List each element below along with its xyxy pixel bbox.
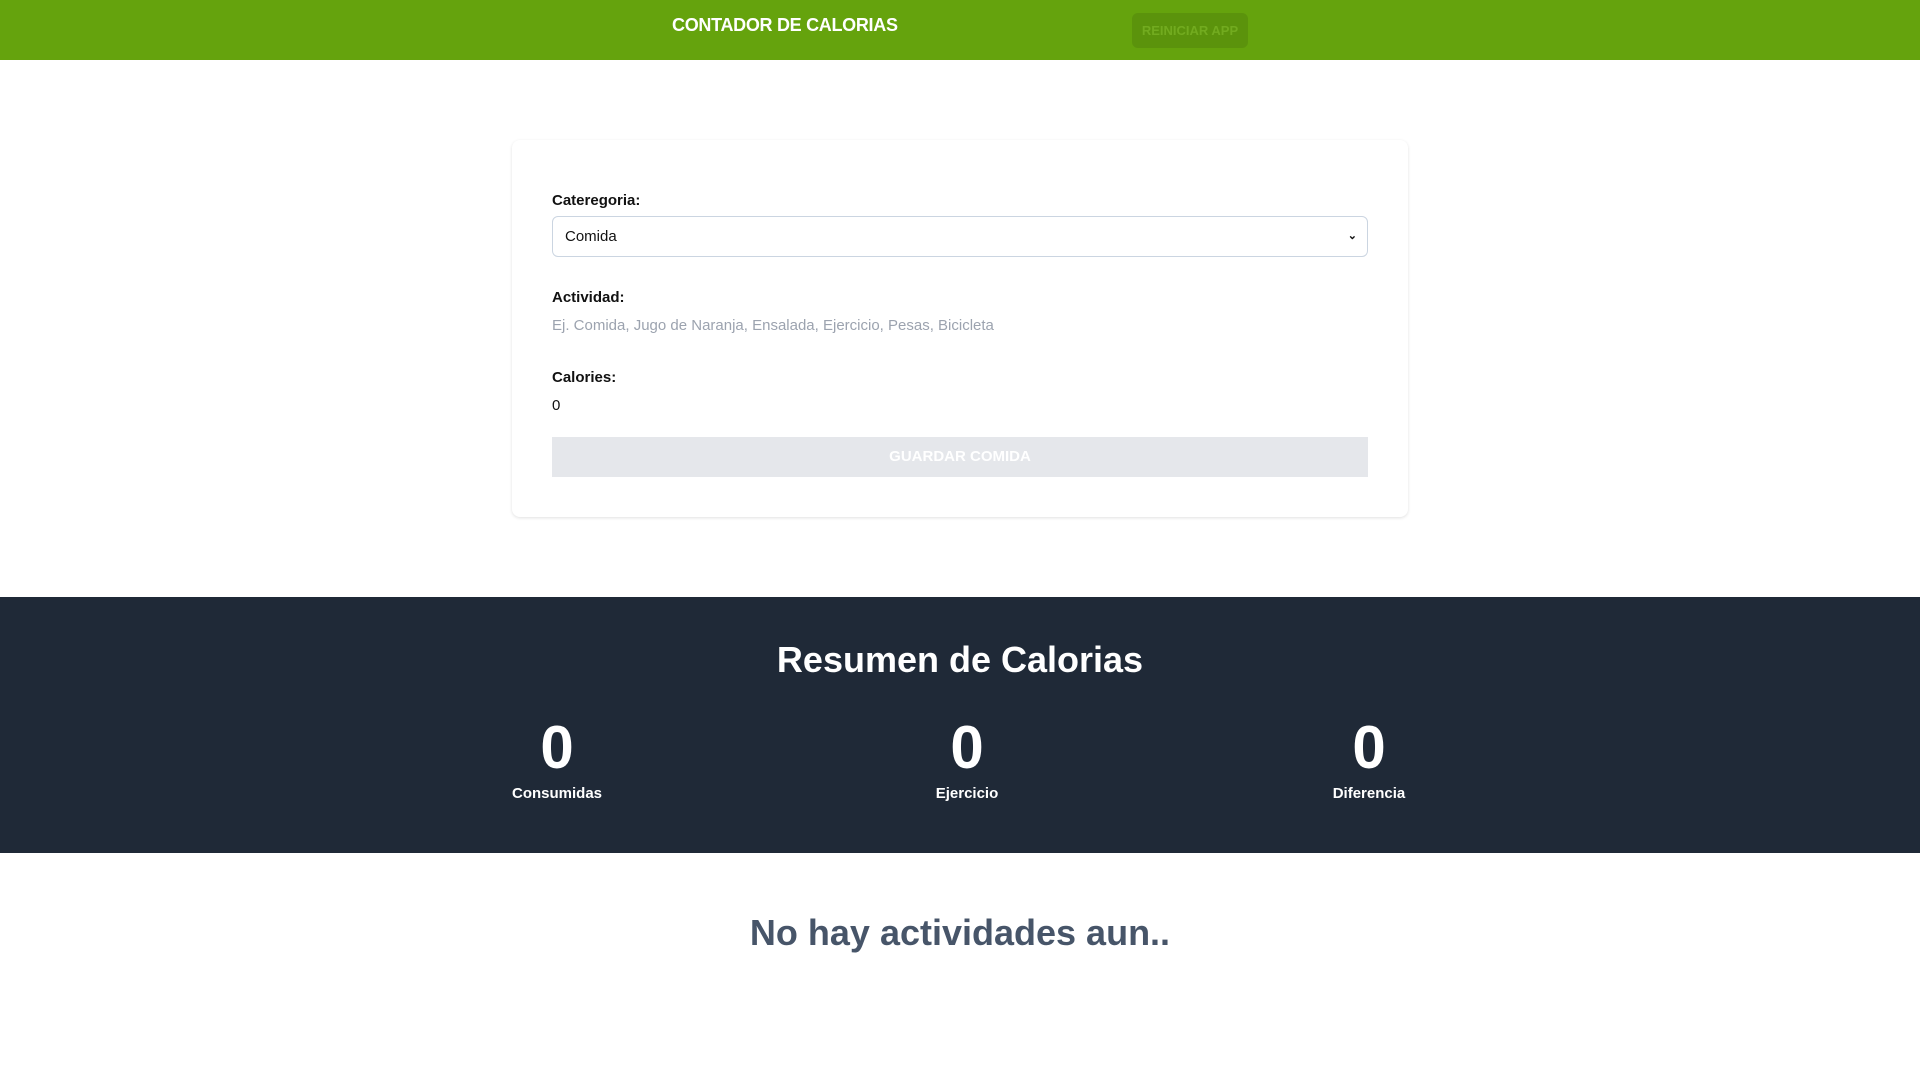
activity-input[interactable]: Ej. Comida, Jugo de Naranja, Ensalada, E… [552, 317, 1368, 334]
stat-consumed: 0 Consumidas [457, 714, 657, 803]
calories-input[interactable]: 0 [552, 397, 1368, 414]
stat-label: Diferencia [1332, 785, 1406, 802]
stat-value: 0 [540, 714, 574, 781]
stat-label: Consumidas [511, 785, 602, 802]
calorie-summary: Resumen de Calorias 0 Consumidas 0 Ejerc… [0, 597, 1920, 853]
reset-app-button[interactable]: REINICIAR APP [1132, 13, 1248, 48]
category-select[interactable]: Comida ⌄ [552, 216, 1368, 257]
stat-value: 0 [950, 714, 984, 781]
empty-activities-message: No hay actividades aun.. [749, 912, 1171, 953]
category-selected-value: Comida [565, 228, 617, 245]
app-header: CONTADOR DE CALORIAS REINICIAR APP [0, 0, 1920, 60]
activity-label: Actividad: [552, 289, 625, 306]
stat-value: 0 [1352, 714, 1386, 781]
stat-difference: 0 Diferencia [1269, 714, 1469, 803]
stat-exercise: 0 Ejercicio [867, 714, 1067, 803]
chevron-down-icon: ⌄ [1347, 230, 1357, 242]
stat-label: Ejercicio [935, 785, 999, 802]
summary-title: Resumen de Calorias [776, 639, 1144, 680]
calories-label: Calories: [552, 369, 617, 386]
activity-form: Cateregoria: Comida ⌄ Actividad: Ej. Com… [512, 140, 1408, 517]
save-button[interactable]: GUARDAR COMIDA [552, 437, 1368, 477]
category-label: Cateregoria: [552, 192, 641, 209]
app-title: CONTADOR DE CALORIAS [672, 15, 898, 35]
